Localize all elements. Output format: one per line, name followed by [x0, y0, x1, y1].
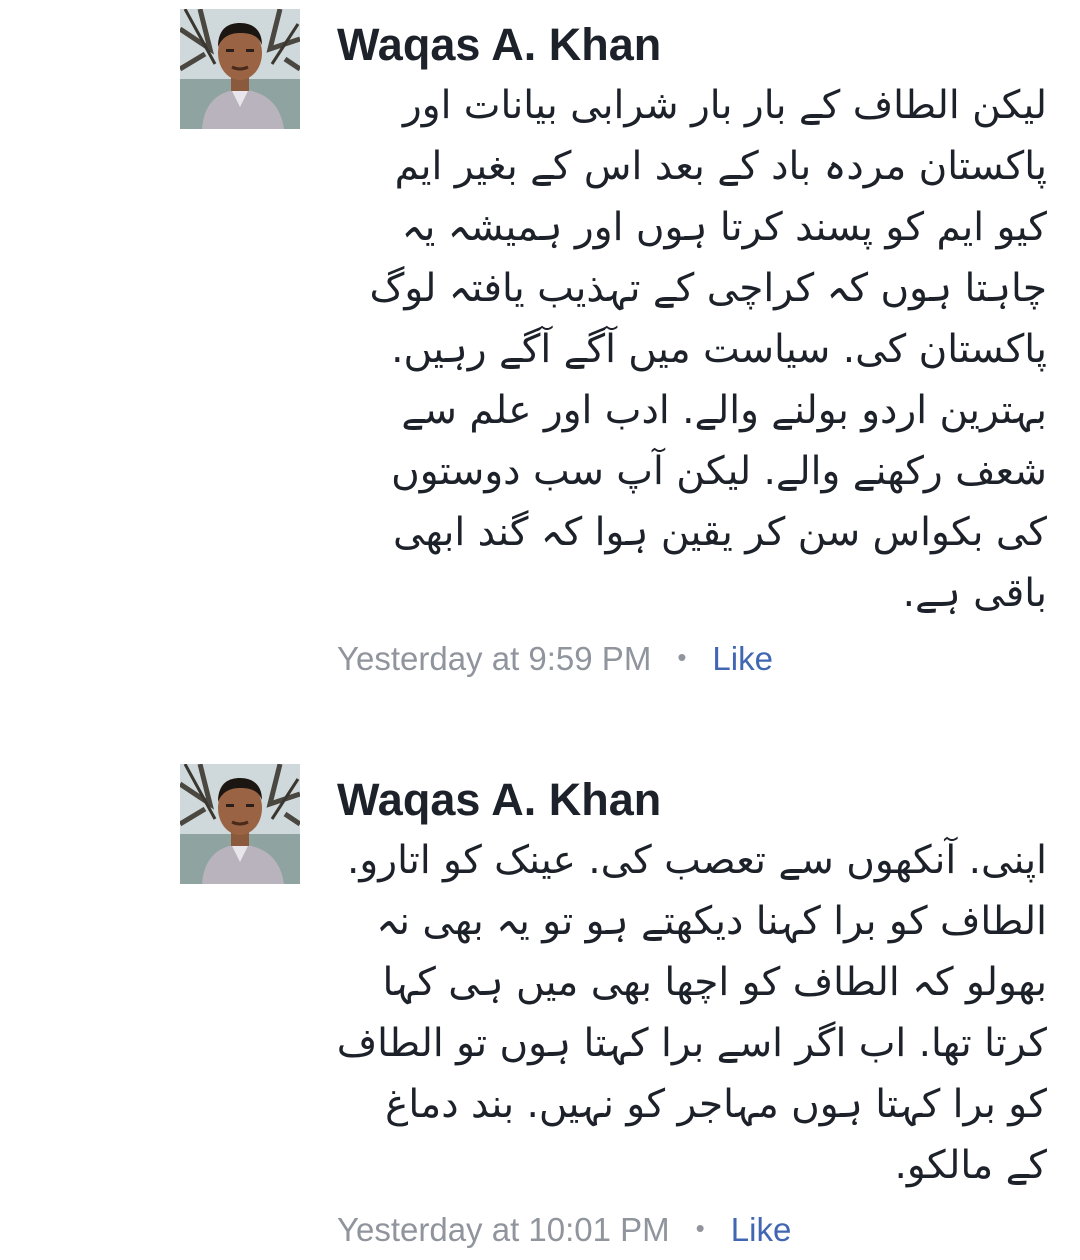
comment-timestamp[interactable]: Yesterday at 10:01 PM: [337, 1211, 670, 1248]
like-button[interactable]: Like: [731, 1211, 792, 1248]
comment-timestamp[interactable]: Yesterday at 9:59 PM: [337, 640, 651, 677]
meta-separator: •: [695, 1213, 705, 1243]
meta-separator: •: [677, 642, 687, 672]
comment-author-name[interactable]: Waqas A. Khan: [337, 19, 661, 71]
comment-author-name[interactable]: Waqas A. Khan: [337, 774, 661, 826]
comment-meta: Yesterday at 10:01 PM • Like: [337, 1210, 791, 1252]
avatar[interactable]: [180, 9, 300, 129]
comment-meta: Yesterday at 9:59 PM • Like: [337, 639, 773, 681]
avatar-photo: [180, 764, 300, 884]
comment-text: اپنی. آنکھوں سے تعصب کی. عینک کو اتارو. …: [336, 838, 1047, 1188]
like-button[interactable]: Like: [712, 640, 773, 677]
comment-text: لیکن الطاف کے بار بار شرابی بیانات اور پ…: [369, 83, 1047, 616]
avatar-photo: [180, 9, 300, 129]
avatar[interactable]: [180, 764, 300, 884]
